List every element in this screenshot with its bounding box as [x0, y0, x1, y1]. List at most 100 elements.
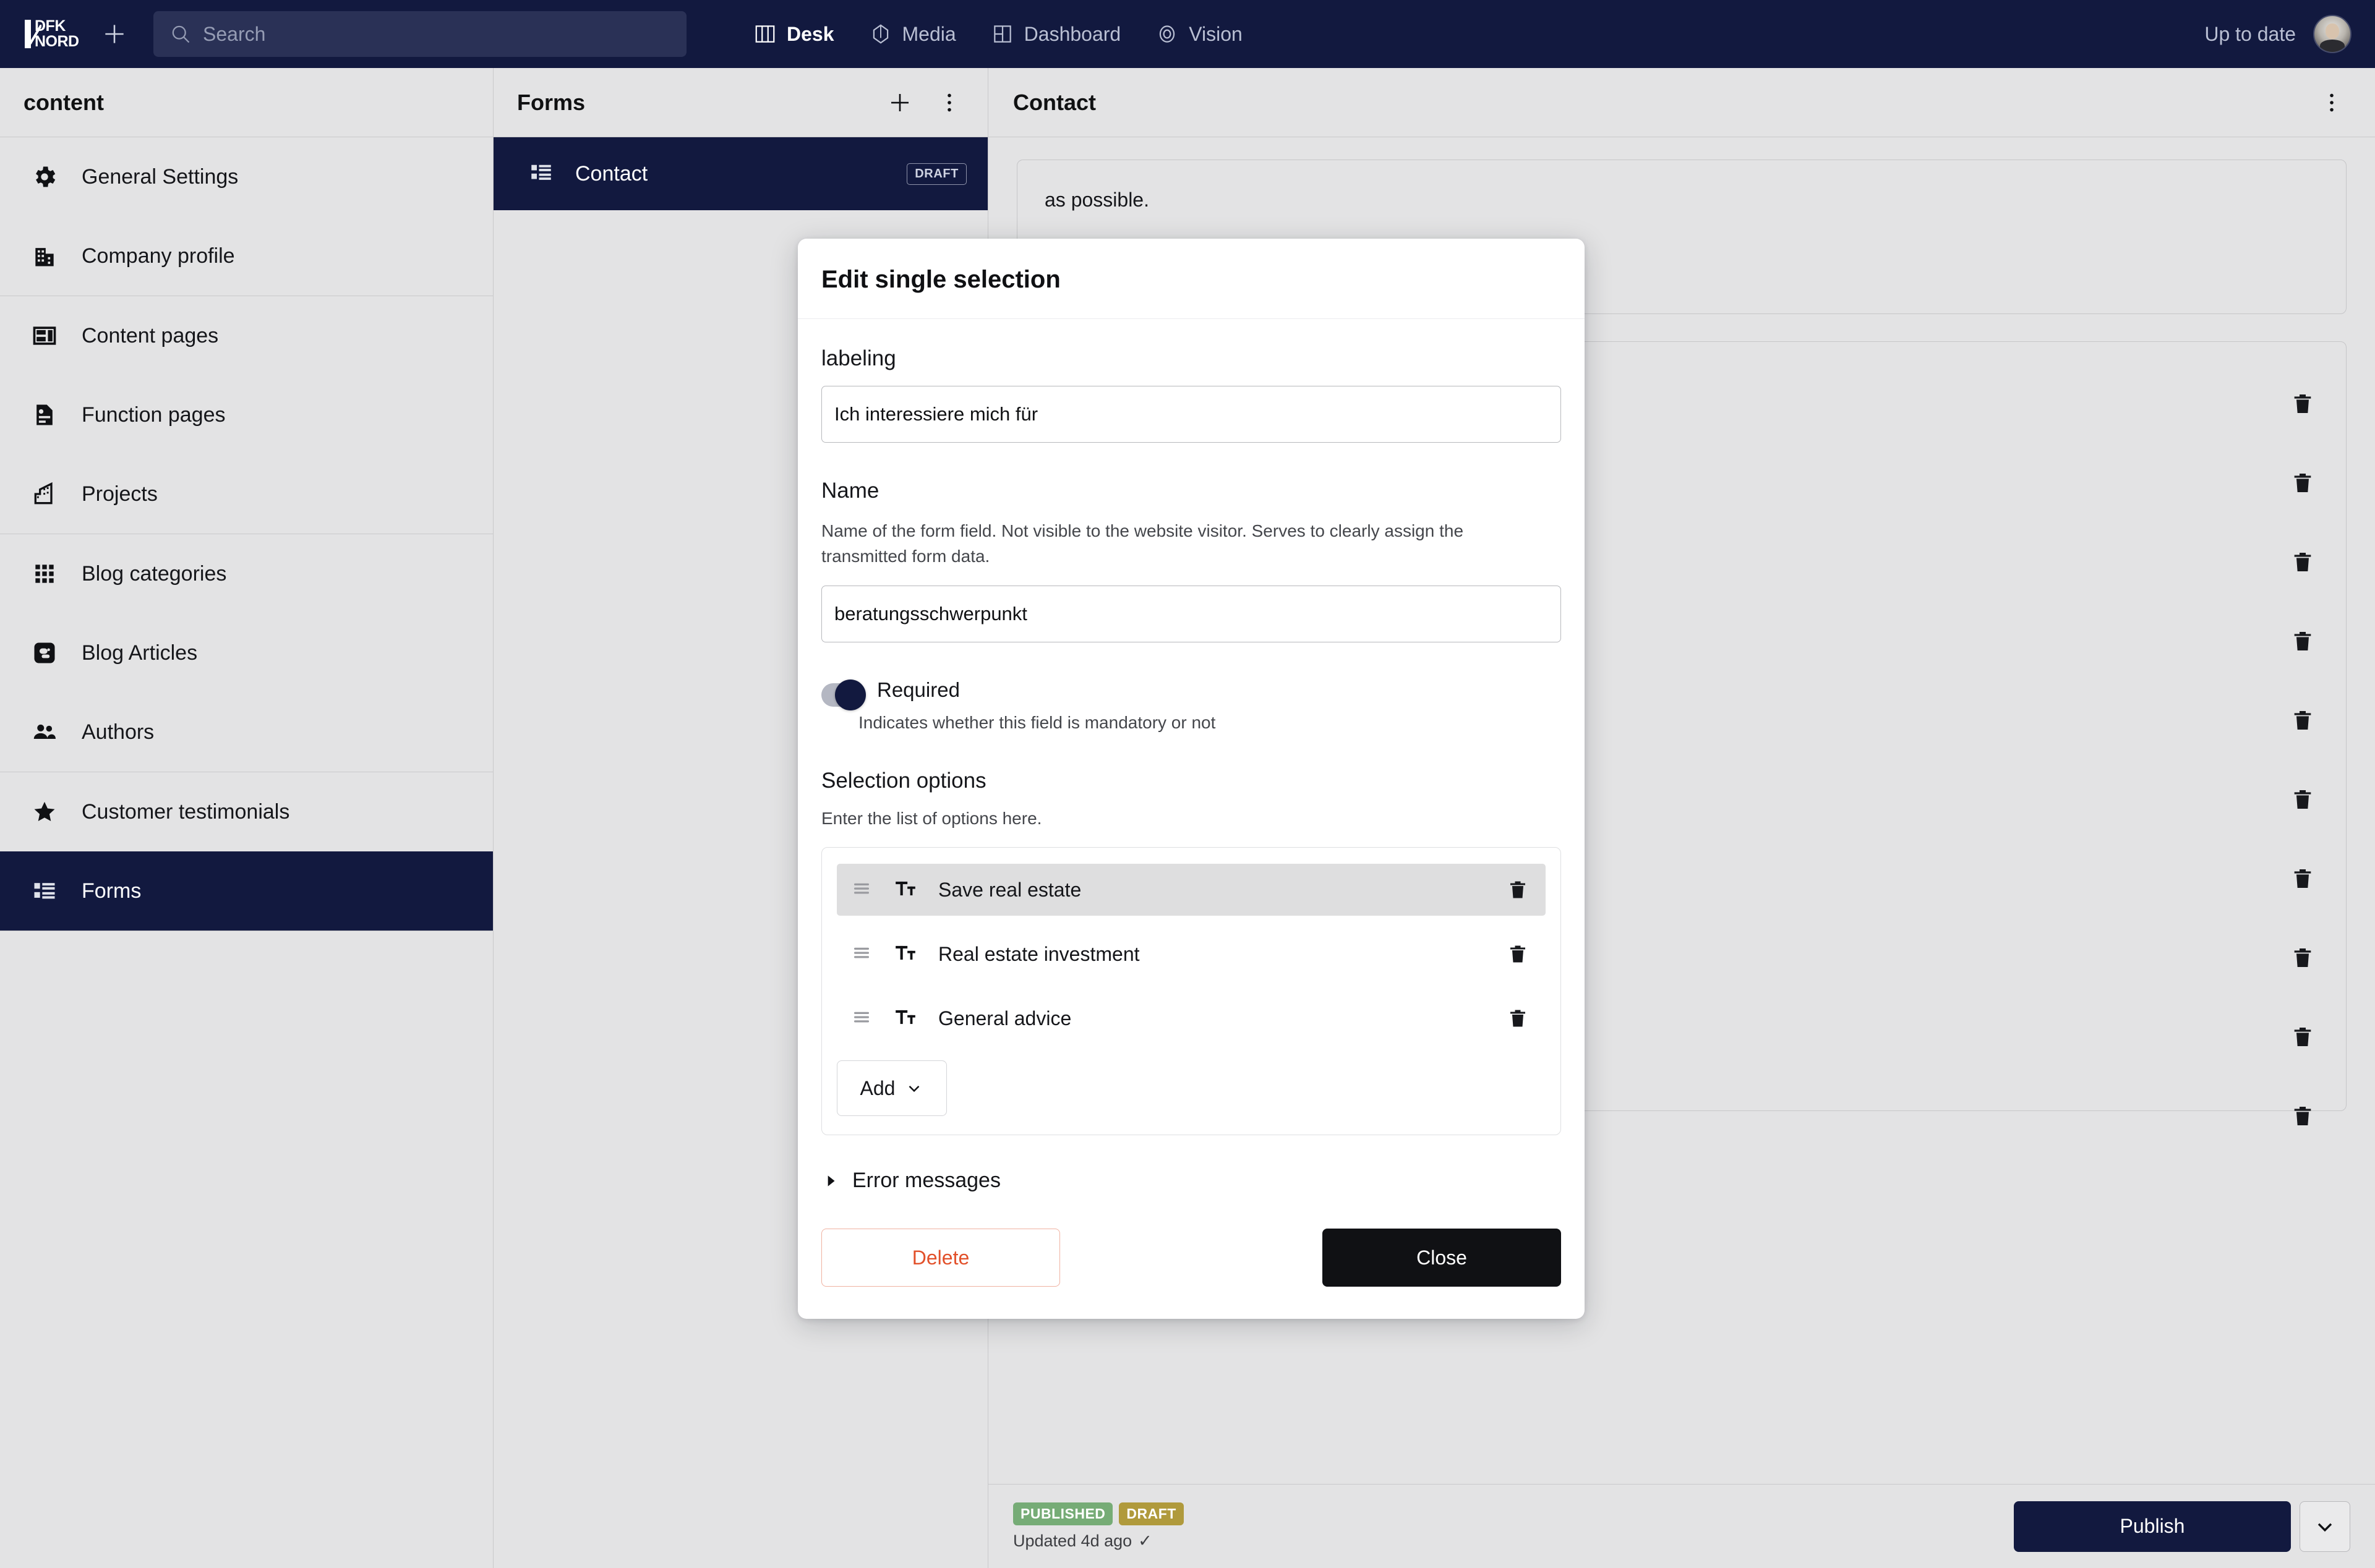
dashboard-icon — [991, 22, 1014, 46]
sidebar-item-company-profile[interactable]: Company profile — [0, 216, 493, 296]
status-badge-draft: DRAFT — [1119, 1502, 1183, 1525]
app-root: DFK NORD Search Desk — [0, 0, 2375, 1568]
logo-mark-icon — [25, 20, 31, 48]
text-format-icon — [894, 941, 917, 968]
delete-field-button[interactable] — [2287, 704, 2319, 736]
delete-field-button[interactable] — [2287, 388, 2319, 420]
star-icon — [30, 797, 59, 827]
brand-logo[interactable]: DFK NORD — [25, 15, 75, 53]
required-description: Indicates whether this field is mandator… — [858, 713, 1561, 733]
delete-field-button[interactable] — [2287, 625, 2319, 657]
delete-option-button[interactable] — [1504, 940, 1532, 968]
desk-icon — [753, 22, 777, 46]
forms-pane-title: Forms — [517, 90, 585, 116]
document-menu-button[interactable] — [2309, 80, 2354, 125]
tab-media[interactable]: Media — [852, 11, 974, 57]
tab-dashboard-label: Dashboard — [1024, 23, 1121, 46]
more-vertical-icon — [2319, 90, 2345, 116]
sidebar-item-label: Company profile — [82, 244, 235, 268]
sidebar-item-general-settings[interactable]: General Settings — [0, 137, 493, 216]
dialog-body: labeling Name Name of the form field. No… — [798, 319, 1585, 1199]
sidebar-group-2: Content pages Function pages Projects — [0, 296, 493, 534]
close-button[interactable]: Close — [1322, 1229, 1561, 1287]
text-format-icon — [894, 1005, 917, 1032]
document-status: PUBLISHED DRAFT Updated 4d ago ✓ — [1013, 1502, 1184, 1551]
plus-icon — [101, 20, 128, 48]
delete-field-button[interactable] — [2287, 1021, 2319, 1053]
required-toggle[interactable] — [821, 683, 862, 707]
add-option-button[interactable]: Add — [837, 1060, 947, 1116]
check-icon: ✓ — [1138, 1532, 1152, 1551]
sidebar-item-blog-articles[interactable]: Blog Articles — [0, 613, 493, 692]
document-icon — [30, 400, 59, 430]
delete-field-button[interactable] — [2287, 942, 2319, 974]
sidebar-item-customer-testimonials[interactable]: Customer testimonials — [0, 772, 493, 851]
selection-options-list: Save real estate — [821, 847, 1561, 1135]
option-row[interactable]: Save real estate — [837, 864, 1546, 916]
drag-handle-icon[interactable] — [850, 1006, 873, 1031]
option-row[interactable]: General advice — [837, 992, 1546, 1044]
delete-button[interactable]: Delete — [821, 1229, 1060, 1287]
users-icon — [30, 717, 59, 747]
option-label: General advice — [938, 1007, 1071, 1030]
blogger-icon — [30, 638, 59, 668]
error-messages-toggle[interactable]: Error messages — [821, 1135, 1561, 1193]
delete-option-button[interactable] — [1504, 876, 1532, 904]
sidebar-item-label: Function pages — [82, 403, 226, 427]
delete-field-button[interactable] — [2287, 783, 2319, 816]
delete-option-button[interactable] — [1504, 1004, 1532, 1033]
delete-field-button[interactable] — [2287, 546, 2319, 578]
sidebar-item-content-pages[interactable]: Content pages — [0, 296, 493, 375]
gear-icon — [30, 162, 59, 192]
add-option-label: Add — [860, 1077, 896, 1100]
search-input[interactable]: Search — [153, 11, 687, 57]
publish-button[interactable]: Publish — [2014, 1501, 2291, 1552]
avatar[interactable] — [2313, 15, 2351, 53]
sidebar-item-function-pages[interactable]: Function pages — [0, 375, 493, 454]
search-icon — [169, 23, 192, 45]
labeling-input[interactable] — [821, 386, 1561, 443]
trash-icon — [1507, 1007, 1529, 1029]
form-list-item-contact[interactable]: Contact DRAFT — [494, 137, 988, 210]
document-footer: PUBLISHED DRAFT Updated 4d ago ✓ Publish — [988, 1484, 2375, 1568]
delete-field-button[interactable] — [2287, 467, 2319, 499]
selection-options-description: Enter the list of options here. — [821, 806, 1489, 831]
top-nav-items: Desk Media Dashboard — [736, 11, 1260, 57]
status-badge-published: PUBLISHED — [1013, 1502, 1113, 1525]
tab-vision[interactable]: Vision — [1138, 11, 1260, 57]
sidebar-item-projects[interactable]: Projects — [0, 454, 493, 534]
new-document-button[interactable] — [92, 11, 137, 57]
labeling-field-label: labeling — [821, 346, 1561, 371]
trash-icon — [2290, 708, 2315, 733]
publish-options-button[interactable] — [2300, 1501, 2350, 1552]
option-row[interactable]: Real estate investment — [837, 928, 1546, 980]
forms-menu-button[interactable] — [927, 80, 972, 125]
option-label: Save real estate — [938, 879, 1081, 901]
delete-field-button[interactable] — [2287, 1100, 2319, 1132]
chevron-down-icon — [2313, 1514, 2337, 1539]
drag-handle-icon[interactable] — [850, 877, 873, 903]
footer-actions: Publish — [2014, 1501, 2350, 1552]
drag-handle-icon[interactable] — [850, 942, 873, 967]
name-input[interactable] — [821, 586, 1561, 642]
sidebar-item-label: General Settings — [82, 165, 238, 189]
tab-desk-label: Desk — [787, 23, 834, 46]
updated-status: Updated 4d ago ✓ — [1013, 1532, 1184, 1551]
sidebar-item-forms[interactable]: Forms — [0, 851, 493, 931]
vision-icon — [1155, 22, 1179, 46]
sidebar-item-label: Blog categories — [82, 562, 226, 586]
name-field-description: Name of the form field. Not visible to t… — [821, 518, 1489, 569]
list-icon — [30, 876, 59, 906]
sidebar-item-label: Blog Articles — [82, 641, 197, 665]
tab-dashboard[interactable]: Dashboard — [974, 11, 1139, 57]
sidebar-item-blog-categories[interactable]: Blog categories — [0, 534, 493, 613]
tab-desk[interactable]: Desk — [736, 11, 852, 57]
layout-icon — [30, 321, 59, 351]
trash-icon — [2290, 1025, 2315, 1049]
delete-field-button[interactable] — [2287, 863, 2319, 895]
sidebar-item-authors[interactable]: Authors — [0, 692, 493, 772]
content-pane-title: content — [0, 68, 493, 137]
name-field-label: Name — [821, 479, 1561, 503]
forms-add-button[interactable] — [878, 80, 922, 125]
sidebar-item-label: Customer testimonials — [82, 800, 289, 824]
